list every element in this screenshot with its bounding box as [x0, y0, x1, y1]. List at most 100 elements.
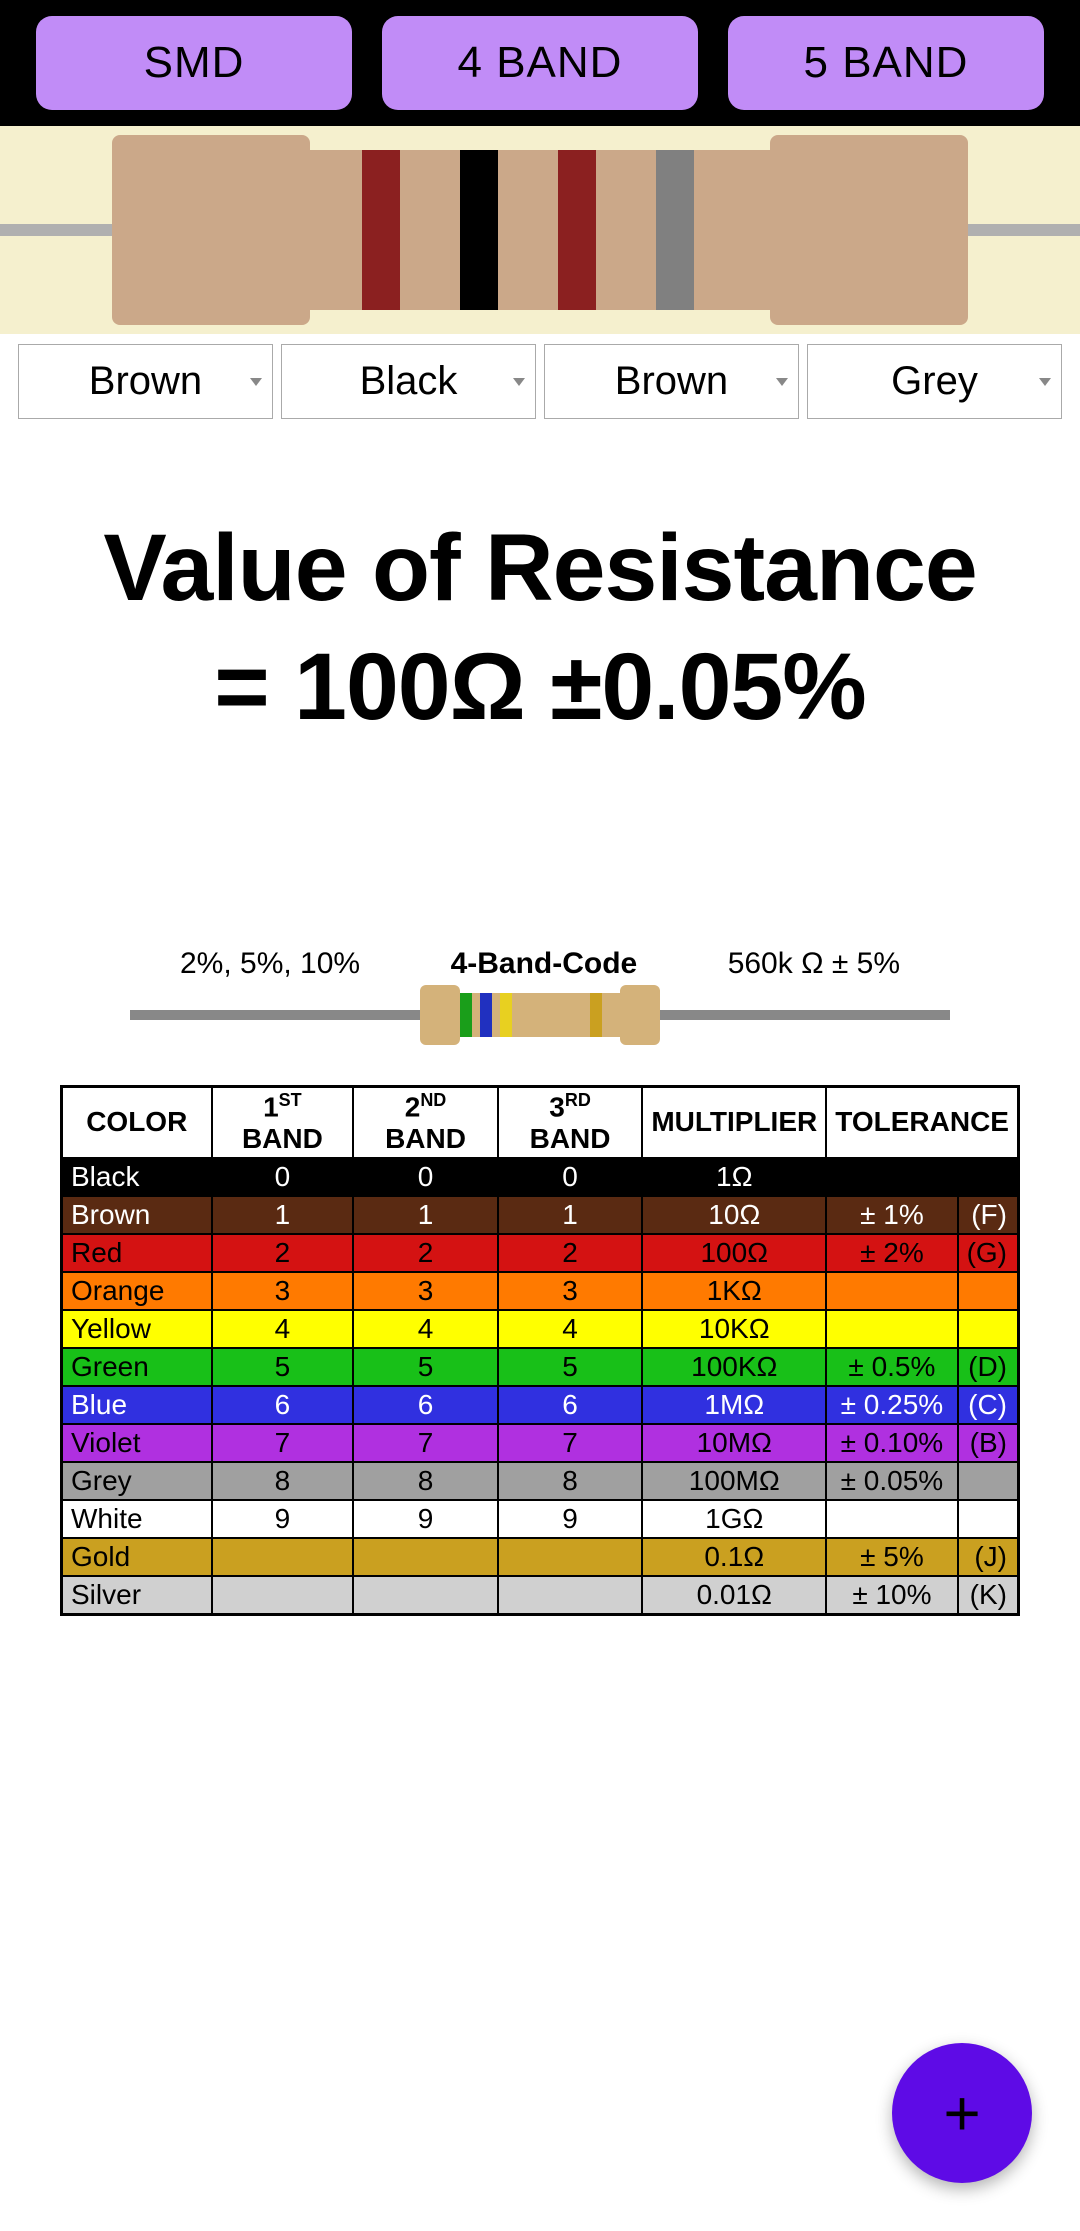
cell-b2: 4 [353, 1310, 498, 1348]
band-3 [558, 150, 596, 310]
cell-b1: 6 [212, 1386, 354, 1424]
chart-left-note: 2%, 5%, 10% [180, 947, 360, 981]
cell-letter [958, 1462, 1019, 1500]
cell-mult: 0.01Ω [642, 1576, 826, 1615]
select-band-4[interactable]: Grey [807, 344, 1062, 419]
th-tol: TOLERANCE [826, 1086, 1018, 1158]
band-1 [362, 150, 400, 310]
cell-b1: 0 [212, 1158, 354, 1196]
cell-tol: ± 1% [826, 1196, 957, 1234]
select-band-1[interactable]: Brown [18, 344, 273, 419]
cell-color: Red [62, 1234, 212, 1272]
select-band-3[interactable]: Brown [544, 344, 799, 419]
table-row: Yellow44410KΩ [62, 1310, 1019, 1348]
cell-tol: ± 2% [826, 1234, 957, 1272]
cell-b2: 7 [353, 1424, 498, 1462]
cell-b1 [212, 1576, 354, 1615]
cell-b3: 4 [498, 1310, 643, 1348]
cell-tol: ± 0.05% [826, 1462, 957, 1500]
select-band-2[interactable]: Black [281, 344, 536, 419]
cell-b1 [212, 1538, 354, 1576]
cell-b3: 1 [498, 1196, 643, 1234]
cell-letter [958, 1158, 1019, 1196]
table-row: Red222100Ω± 2%(G) [62, 1234, 1019, 1272]
cell-color: Brown [62, 1196, 212, 1234]
cell-b1: 4 [212, 1310, 354, 1348]
cell-color: Grey [62, 1462, 212, 1500]
mode-tabs: SMD 4 BAND 5 BAND [0, 0, 1080, 126]
cell-mult: 1GΩ [642, 1500, 826, 1538]
add-fab[interactable]: + [892, 2043, 1032, 2183]
cell-tol [826, 1500, 957, 1538]
plus-icon: + [943, 2076, 980, 2150]
cell-b2: 8 [353, 1462, 498, 1500]
band-selects: Brown Black Brown Grey [0, 334, 1080, 429]
cell-b1: 2 [212, 1234, 354, 1272]
cell-letter: (F) [958, 1196, 1019, 1234]
th-band2: 2ND BAND [353, 1086, 498, 1158]
cell-b2: 6 [353, 1386, 498, 1424]
cell-b1: 5 [212, 1348, 354, 1386]
cell-mult: 0.1Ω [642, 1538, 826, 1576]
table-row: White9991GΩ [62, 1500, 1019, 1538]
cell-letter: (K) [958, 1576, 1019, 1615]
table-row: Grey888100MΩ± 0.05% [62, 1462, 1019, 1500]
cell-b1: 1 [212, 1196, 354, 1234]
cell-tol [826, 1310, 957, 1348]
th-band3: 3RD BAND [498, 1086, 643, 1158]
cell-b3: 3 [498, 1272, 643, 1310]
th-band1: 1ST BAND [212, 1086, 354, 1158]
cell-letter: (C) [958, 1386, 1019, 1424]
chart-mini-resistor [130, 985, 950, 1045]
cell-tol: ± 0.5% [826, 1348, 957, 1386]
cell-b2: 1 [353, 1196, 498, 1234]
cell-b3: 9 [498, 1500, 643, 1538]
cell-b2: 3 [353, 1272, 498, 1310]
resistor-preview [0, 126, 1080, 334]
cell-mult: 10Ω [642, 1196, 826, 1234]
tab-smd[interactable]: SMD [36, 16, 352, 110]
cell-b3 [498, 1538, 643, 1576]
cell-mult: 100Ω [642, 1234, 826, 1272]
resistor-endcap-right [770, 135, 968, 325]
table-row: Violet77710MΩ± 0.10%(B) [62, 1424, 1019, 1462]
cell-tol [826, 1272, 957, 1310]
cell-mult: 10KΩ [642, 1310, 826, 1348]
cell-b3: 2 [498, 1234, 643, 1272]
cell-b1: 7 [212, 1424, 354, 1462]
cell-color: Gold [62, 1538, 212, 1576]
cell-b3 [498, 1576, 643, 1615]
cell-b2 [353, 1576, 498, 1615]
tab-5band[interactable]: 5 BAND [728, 16, 1044, 110]
cell-letter [958, 1310, 1019, 1348]
cell-letter: (G) [958, 1234, 1019, 1272]
chart-title: 4-Band-Code [451, 947, 638, 981]
cell-tol: ± 0.25% [826, 1386, 957, 1424]
cell-mult: 1Ω [642, 1158, 826, 1196]
cell-color: Yellow [62, 1310, 212, 1348]
resistor-body [310, 150, 770, 310]
color-code-table: COLOR 1ST BAND 2ND BAND 3RD BAND MULTIPL… [60, 1085, 1020, 1616]
cell-color: Blue [62, 1386, 212, 1424]
cell-mult: 1KΩ [642, 1272, 826, 1310]
tab-4band[interactable]: 4 BAND [382, 16, 698, 110]
cell-mult: 100MΩ [642, 1462, 826, 1500]
result-line-2: = 100Ω ±0.05% [20, 628, 1060, 747]
chart-right-note: 560k Ω ± 5% [728, 947, 900, 981]
cell-color: Silver [62, 1576, 212, 1615]
result-display: Value of Resistance = 100Ω ±0.05% [0, 509, 1080, 747]
color-code-chart: 2%, 5%, 10% 4-Band-Code 560k Ω ± 5% COLO… [60, 947, 1020, 1616]
cell-color: Black [62, 1158, 212, 1196]
th-mult: MULTIPLIER [642, 1086, 826, 1158]
table-row: Orange3331KΩ [62, 1272, 1019, 1310]
table-row: Black0001Ω [62, 1158, 1019, 1196]
cell-b3: 8 [498, 1462, 643, 1500]
resistor-endcap-left [112, 135, 310, 325]
cell-mult: 10MΩ [642, 1424, 826, 1462]
cell-b2: 0 [353, 1158, 498, 1196]
cell-b3: 6 [498, 1386, 643, 1424]
cell-b1: 9 [212, 1500, 354, 1538]
cell-tol: ± 5% [826, 1538, 957, 1576]
cell-color: Green [62, 1348, 212, 1386]
table-header-row: COLOR 1ST BAND 2ND BAND 3RD BAND MULTIPL… [62, 1086, 1019, 1158]
